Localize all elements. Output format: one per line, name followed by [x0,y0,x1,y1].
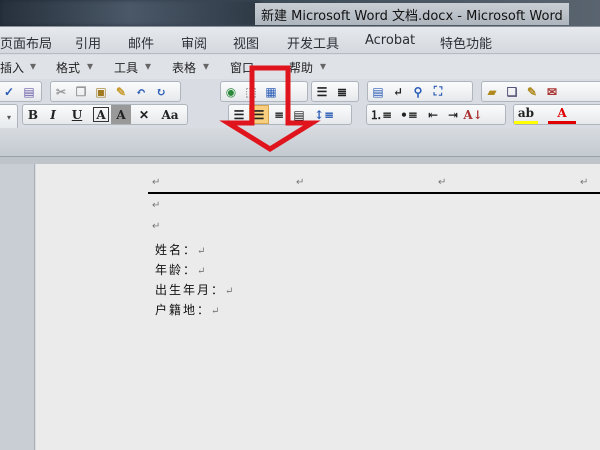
arrow-down-icon [219,65,321,152]
red-arrow-annotation [219,65,321,152]
